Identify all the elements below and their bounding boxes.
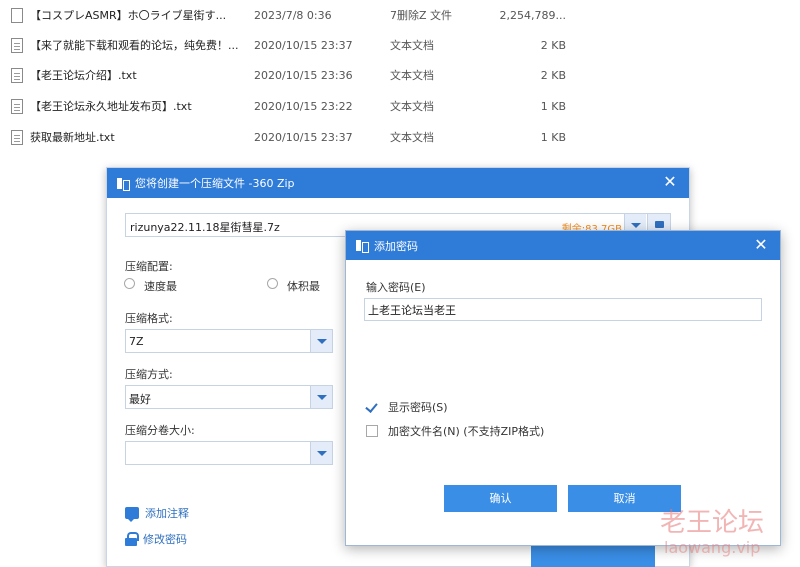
file-type: 文本文档 [390,39,434,52]
chevron-down-icon[interactable] [310,330,332,352]
compression-config-label: 压缩配置: [125,260,173,273]
method-select[interactable]: 最好 [125,385,333,409]
file-type: 文本文档 [390,100,434,113]
text-file-icon [11,37,23,53]
comment-icon [125,507,139,522]
encrypt-filenames-checkbox[interactable]: 加密文件名(N) (不支持ZIP格式) [366,423,544,439]
close-icon[interactable]: ✕ [752,236,770,254]
chevron-down-icon[interactable] [310,442,332,464]
file-date: 2020/10/15 23:36 [254,68,353,82]
volume-size-select[interactable] [125,441,333,465]
text-file-icon [11,129,23,145]
blank-file-icon [11,7,23,23]
file-size: 2 KB [540,38,566,52]
file-type: 文本文档 [390,69,434,82]
file-row[interactable]: 【来了就能下载和观看的论坛，纯免费！... 2020/10/15 23:37 文… [0,30,800,60]
format-select[interactable]: 7Z [125,329,333,353]
watermark-url: laowang.vip [664,538,761,557]
file-list: 【コスプレASMR】ホ〇ライブ星街す... 2023/7/8 0:36 7删除Z… [0,0,800,160]
format-label: 压缩格式: [125,312,173,325]
close-icon[interactable]: ✕ [661,173,679,191]
file-row[interactable]: 【コスプレASMR】ホ〇ライブ星街す... 2023/7/8 0:36 7删除Z… [0,0,800,30]
checkbox-box[interactable] [366,425,378,437]
file-date: 2020/10/15 23:37 [254,38,353,52]
password-field[interactable] [364,298,762,321]
file-type: 文本文档 [390,131,434,144]
file-row[interactable]: 【老王论坛介绍】.txt 2020/10/15 23:36 文本文档 2 KB [0,60,800,90]
archive-path-value: rizunya22.11.18星街彗星.7z [130,221,280,234]
text-file-icon [11,67,23,83]
format-value: 7Z [129,335,144,348]
add-comment-link[interactable]: 添加注释 [125,505,189,522]
file-type: 7删除Z 文件 [390,9,453,22]
lock-icon [125,532,139,546]
dialog-titlebar[interactable]: 您将创建一个压缩文件 -360 Zip ✕ [107,168,689,198]
show-password-checkbox[interactable]: 显示密码(S) [366,399,448,415]
file-size: 2 KB [540,68,566,82]
dialog-title: 添加密码 [374,239,418,253]
change-password-link[interactable]: 修改密码 [125,531,187,547]
change-password-label: 修改密码 [143,533,187,546]
text-file-icon [11,98,23,114]
file-name: 【老王论坛永久地址发布页】.txt [30,100,192,113]
volume-size-label: 压缩分卷大小: [125,424,195,437]
size-radio-label[interactable]: 体积最 [287,278,320,294]
file-row[interactable]: 【老王论坛永久地址发布页】.txt 2020/10/15 23:22 文本文档 … [0,91,800,121]
confirm-button[interactable]: 确认 [444,485,557,512]
file-size: 1 KB [540,130,566,144]
speed-radio[interactable] [124,278,135,289]
file-size: 2,254,789... [499,8,566,22]
watermark-logo: 老王论坛 [660,508,765,538]
chevron-down-icon[interactable] [310,386,332,408]
dialog-titlebar[interactable]: 添加密码 ✕ [346,231,780,260]
file-name: 【来了就能下载和观看的论坛，纯免费！... [30,39,239,52]
zip-app-icon [356,239,369,253]
file-name: 【コスプレASMR】ホ〇ライブ星街す... [30,9,227,22]
file-date: 2023/7/8 0:36 [254,8,332,22]
zip-app-icon [117,177,130,191]
file-row[interactable]: 获取最新地址.txt 2020/10/15 23:37 文本文档 1 KB [0,122,800,152]
file-date: 2020/10/15 23:37 [254,130,353,144]
checkmark-icon[interactable] [366,401,378,413]
file-date: 2020/10/15 23:22 [254,99,353,113]
speed-radio-label[interactable]: 速度最 [144,278,177,294]
show-password-label: 显示密码(S) [388,401,448,414]
encrypt-filenames-label: 加密文件名(N) (不支持ZIP格式) [388,425,545,438]
password-input-label: 输入密码(E) [366,281,426,294]
dialog-title: 您将创建一个压缩文件 -360 Zip [135,177,295,190]
method-value: 最好 [129,393,151,406]
method-label: 压缩方式: [125,368,173,381]
file-size: 1 KB [540,99,566,113]
add-password-dialog: 添加密码 ✕ 输入密码(E) 显示密码(S) 加密文件名(N) (不支持ZIP格… [345,230,781,546]
size-radio[interactable] [267,278,278,289]
file-name: 【老王论坛介绍】.txt [30,69,137,82]
file-name: 获取最新地址.txt [30,131,115,144]
add-comment-label: 添加注释 [145,507,189,520]
